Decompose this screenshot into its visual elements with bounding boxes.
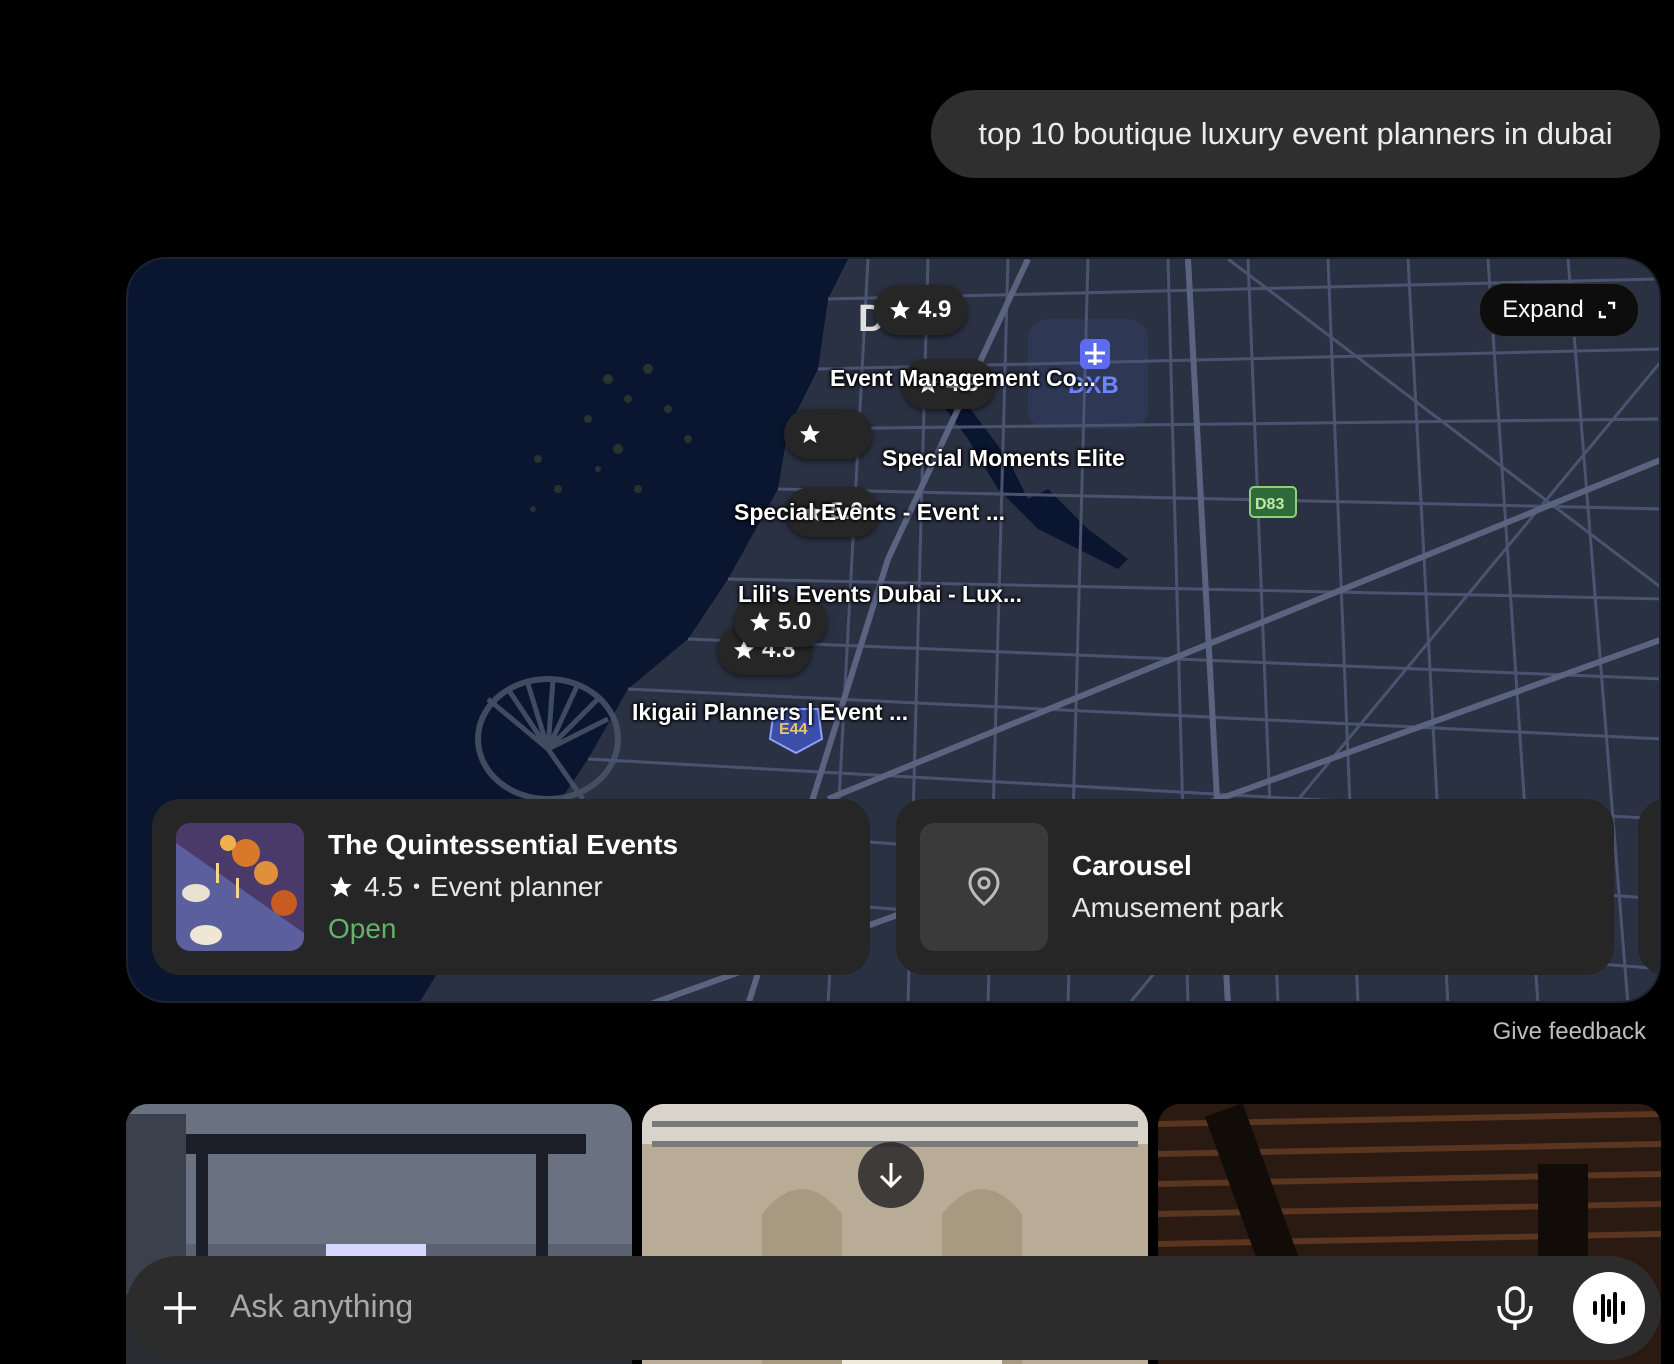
- arrow-down-icon: [879, 1163, 903, 1189]
- scroll-down-button[interactable]: [858, 1142, 924, 1208]
- star-icon: [750, 612, 770, 631]
- place-title: Carousel: [1072, 850, 1192, 881]
- place-rating: 4.5: [364, 871, 403, 902]
- place-card[interactable]: The Quintessential Events 4.5 • Event pl…: [152, 799, 870, 975]
- chat-composer[interactable]: Ask anything: [126, 1256, 1661, 1360]
- expand-button[interactable]: Expand: [1479, 283, 1639, 337]
- place-rating-row: 4.5 • Event planner: [328, 871, 678, 903]
- place-thumbnail: [176, 823, 304, 951]
- map-label-event-management[interactable]: Event Management Co...: [830, 365, 1096, 392]
- star-icon: [330, 876, 352, 897]
- road-badge-d83-label: D83: [1255, 496, 1284, 513]
- voice-waveform-icon: [1593, 1292, 1625, 1324]
- map-label-special-events[interactable]: Special Events - Event ...: [734, 499, 1005, 526]
- place-card[interactable]: Carousel Amusement park: [896, 799, 1614, 975]
- map-pin-rating[interactable]: 4.9: [874, 285, 968, 335]
- star-icon: [890, 300, 910, 319]
- road-badge-d83: D83: [1249, 486, 1297, 518]
- map-widget[interactable]: DXB D83 E44 D Expand 4.9 4.9 5.0 4.8 5.0…: [126, 257, 1661, 1003]
- map-label-lilis-events[interactable]: Lili's Events Dubai - Lux...: [738, 581, 1022, 608]
- expand-icon: [1598, 301, 1615, 319]
- microphone-icon[interactable]: [1493, 1284, 1537, 1332]
- composer-input[interactable]: Ask anything: [230, 1288, 413, 1325]
- give-feedback-link[interactable]: Give feedback: [1493, 1018, 1646, 1046]
- location-pin-icon: [968, 867, 1000, 906]
- voice-mode-button[interactable]: [1573, 1272, 1645, 1344]
- place-category: Amusement park: [1072, 892, 1284, 923]
- map-pin-cluster[interactable]: [784, 409, 872, 459]
- place-category: Event planner: [429, 871, 603, 902]
- user-message-text: top 10 boutique luxury event planners in…: [978, 116, 1613, 151]
- place-status: Open: [328, 913, 397, 944]
- star-icon: [800, 424, 820, 443]
- place-title: The Quintessential Events: [328, 829, 679, 860]
- expand-label: Expand: [1502, 296, 1584, 323]
- user-message-bubble: top 10 boutique luxury event planners in…: [931, 90, 1660, 178]
- map-label-ikigaii-planners[interactable]: Ikigaii Planners | Event ...: [632, 699, 908, 726]
- map-label-special-moments[interactable]: Special Moments Elite: [882, 445, 1125, 472]
- separator-dot: •: [412, 875, 420, 898]
- place-thumbnail-placeholder: [920, 823, 1048, 951]
- plus-icon[interactable]: [158, 1286, 202, 1330]
- place-card-peek[interactable]: [1638, 799, 1659, 975]
